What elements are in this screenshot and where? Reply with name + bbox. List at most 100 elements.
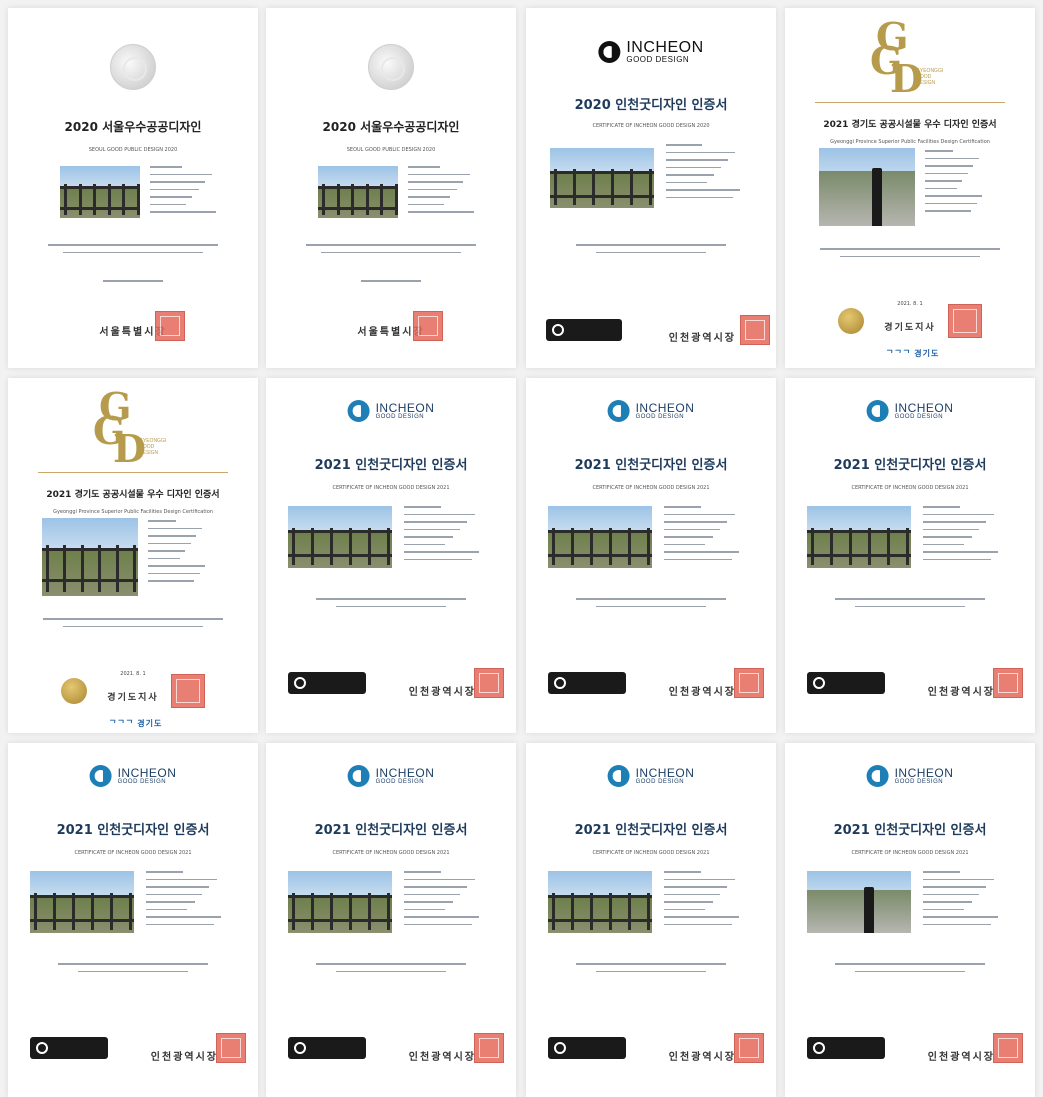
certificate-details (150, 166, 230, 219)
fence-post (34, 892, 37, 930)
row: CERTIFICATE OF INCHEON GOOD DESIGN 2021 (526, 839, 776, 858)
certificate-title: 2021 인천굿디자인 인증서 (574, 458, 728, 473)
certificate-grid: 2020 서울우수공공디자인 SEOUL GOOD PUBLIC DESIGN 2… (0, 0, 1043, 1097)
logo-name: INCHEON (635, 766, 695, 780)
row: 인천광역시장 (8, 1045, 218, 1064)
fence-rail (548, 919, 652, 923)
certificate-card[interactable]: INCHEON GOOD DESIGN 2021 인천굿디자인 인증서 CERTIFI… (785, 378, 1035, 733)
incheon-logo: INCHEON GOOD DESIGN (866, 400, 954, 422)
row: CERTIFICATE OF INCHEON GOOD DESIGN 2021 (785, 474, 1035, 493)
fence-post (136, 184, 140, 216)
incheon-logo-icon (89, 765, 112, 787)
certificate-card[interactable]: INCHEON GOOD DESIGN 2021 인천굿디자인 인증서 CERTIFI… (8, 743, 258, 1097)
detail-line (664, 558, 733, 560)
detail-line (150, 196, 193, 198)
detail-line (150, 173, 212, 175)
fence-post (367, 527, 371, 565)
certificate-title: 2021 인천굿디자인 인증서 (833, 458, 987, 473)
detail-line (408, 173, 470, 175)
detail-line (404, 513, 475, 515)
detail-line (664, 528, 721, 530)
certificate-title: 2021 인천굿디자인 인증서 (56, 823, 210, 838)
certificate-card[interactable]: INCHEON GOOD DESIGN 2021 인천굿디자인 인증서 CERTIFI… (266, 743, 516, 1097)
certificate-card[interactable]: INCHEON GOOD DESIGN 2021 인천굿디자인 인증서 CERTIFI… (526, 378, 776, 733)
fence-post (610, 169, 614, 205)
detail-line (150, 181, 206, 183)
body-line (361, 280, 421, 282)
product-photo (288, 871, 392, 933)
detail-line (150, 211, 216, 213)
detail-line (923, 871, 960, 873)
row: Gyeonggi Province Superior Public Facili… (8, 498, 258, 517)
issue-date: 2021. 8. 1 (897, 301, 923, 307)
seoul-emblem-icon (110, 44, 156, 90)
detail-line (404, 558, 473, 560)
detail-line (150, 188, 199, 190)
row: 경기도지사 (785, 315, 1035, 334)
certificate-subtitle: CERTIFICATE OF INCHEON GOOD DESIGN 2021 (851, 850, 969, 856)
certificate-title: 2021 인천굿디자인 인증서 (574, 823, 728, 838)
detail-line (925, 150, 953, 152)
fence-post (367, 892, 371, 930)
issuer-name: 인천광역시장 (927, 687, 995, 698)
bollard-post (864, 886, 875, 933)
fence-post (829, 527, 833, 565)
certificate-details (666, 144, 756, 204)
row: CERTIFICATE OF INCHEON GOOD DESIGN 2021 (266, 839, 516, 858)
logo-name: INCHEON (375, 766, 435, 780)
certificate-subtitle: CERTIFICATE OF INCHEON GOOD DESIGN 2020 (592, 123, 710, 129)
photo-sky (288, 506, 392, 531)
fence-post (386, 892, 390, 930)
photo-ground (30, 895, 134, 933)
fence-post (646, 527, 650, 565)
fence-post (629, 169, 633, 205)
fence-post (133, 545, 137, 593)
detail-line (664, 871, 701, 873)
certificate-card[interactable]: INCHEON GOOD DESIGN 2021 인천굿디자인 인증서 CERTIFI… (785, 743, 1035, 1097)
detail-line (664, 543, 706, 545)
photo-ground (819, 171, 915, 226)
row: 인천광역시장 (526, 680, 736, 699)
fence-post (348, 527, 352, 565)
certificate-card[interactable]: INCHEON GOOD DESIGN 2021 인천굿디자인 인증서 CERTIFI… (526, 743, 776, 1097)
fence-post (570, 527, 574, 565)
official-stamp-icon (413, 311, 443, 341)
certificate-card[interactable]: G G D GYEONGGI GOOD DESIGN 2021 경기도 공공시설물 우수… (785, 8, 1035, 368)
detail-line (146, 901, 195, 903)
fence-post (90, 892, 94, 930)
detail-line (664, 916, 740, 918)
certificate-body-text (266, 244, 516, 259)
detail-line (666, 151, 736, 153)
certificate-card[interactable]: INCHEON GOOD DESIGN 2021 인천굿디자인 인증서 CERTIFI… (266, 378, 516, 733)
detail-line (404, 893, 461, 895)
fence-post (380, 184, 384, 216)
fence-rail (288, 919, 392, 923)
row: CERTIFICATE OF INCHEON GOOD DESIGN 2021 (8, 839, 258, 858)
fence-post (627, 892, 631, 930)
certificate-card[interactable]: 2020 서울우수공공디자인 SEOUL GOOD PUBLIC DESIGN 2… (266, 8, 516, 368)
certificate-title: 2021 인천굿디자인 인증서 (833, 823, 987, 838)
certificate-card[interactable]: INCHEON GOOD DESIGN 2020 인천굿디자인 인증서 CERTIFI… (526, 8, 776, 368)
certificate-details (925, 150, 995, 218)
incheon-logo-icon (866, 400, 889, 422)
detail-line (408, 166, 440, 168)
certificate-card[interactable]: 2020 서울우수공공디자인 SEOUL GOOD PUBLIC DESIGN 2… (8, 8, 258, 368)
photo-sky (548, 506, 652, 531)
certificate-card[interactable]: G G D GYEONGGI GOOD DESIGN 2021 경기도 공공시설물 우수… (8, 378, 258, 733)
photo-ground (550, 172, 654, 208)
detail-line (923, 916, 999, 918)
incheon-logo-icon (866, 765, 889, 787)
fence-post (554, 169, 557, 205)
detail-line (146, 871, 183, 873)
incheon-logo-icon (347, 400, 370, 422)
logo-name: INCHEON (117, 766, 177, 780)
photo-ground (548, 530, 652, 568)
row: CERTIFICATE OF INCHEON GOOD DESIGN 2021 (785, 839, 1035, 858)
fence-rail (288, 529, 392, 533)
certificate-body-text (266, 598, 516, 613)
incheon-logo-icon (598, 41, 621, 63)
incheon-logo: INCHEON GOOD DESIGN (866, 765, 954, 787)
fence-post (552, 892, 555, 930)
certificate-subtitle: CERTIFICATE OF INCHEON GOOD DESIGN 2021 (592, 485, 710, 491)
fence-post (63, 545, 67, 593)
